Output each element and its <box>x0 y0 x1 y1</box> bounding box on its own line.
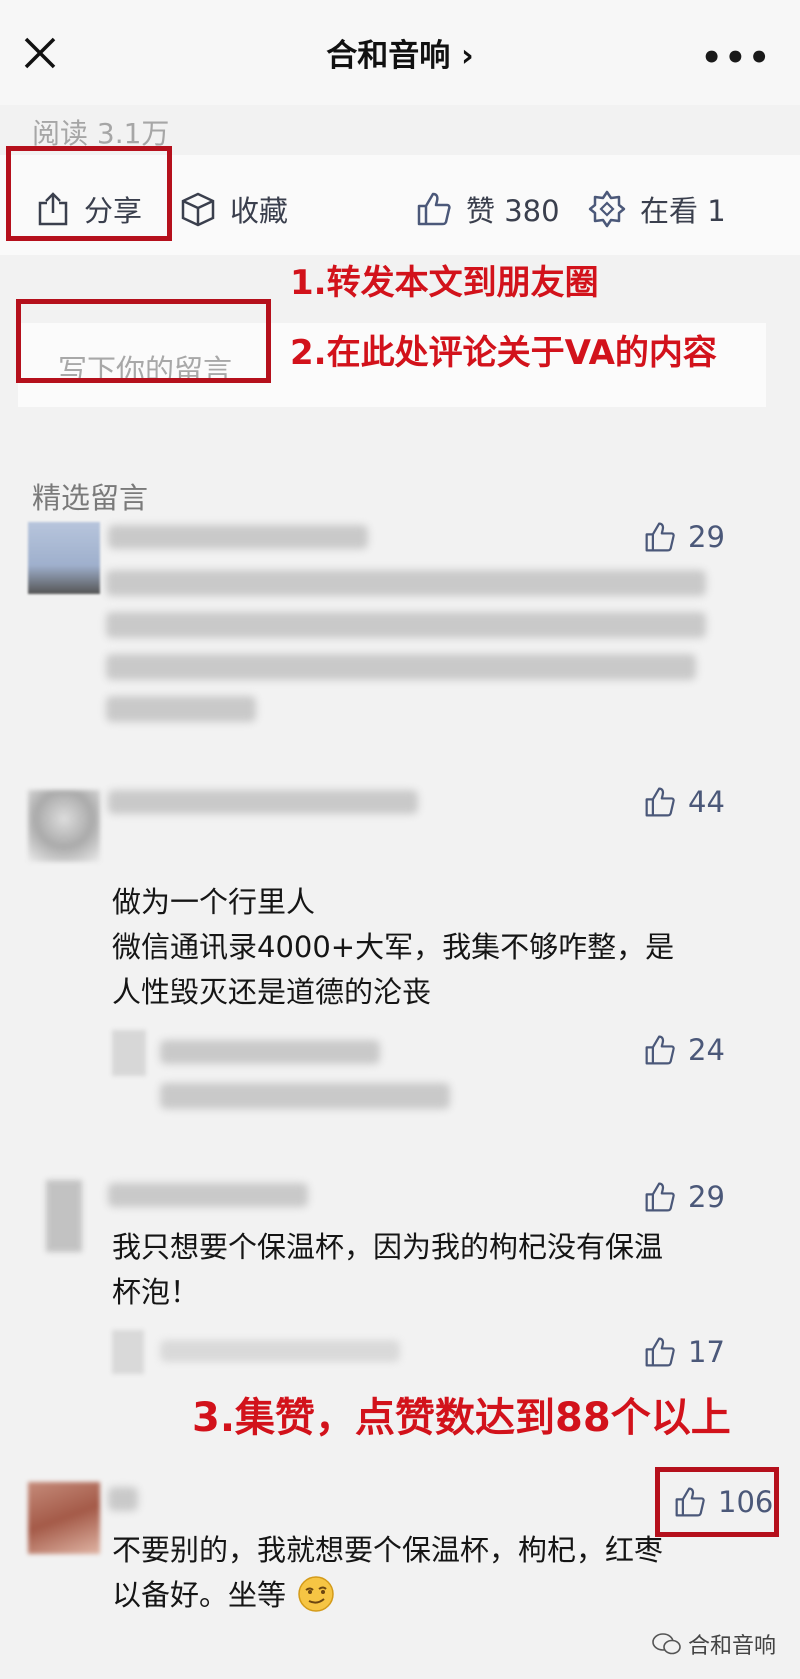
box-icon <box>181 192 215 227</box>
avatar[interactable] <box>28 1482 100 1554</box>
comment-text-line: 不要别的，我就想要个保温杯，枸杞，红枣 <box>112 1533 664 1567</box>
comment-like-button[interactable]: 24 <box>644 1033 725 1067</box>
like-button[interactable]: 赞 380 <box>416 188 560 230</box>
wechat-icon <box>652 1633 681 1655</box>
annotation-step1: 1.转发本文到朋友圈 <box>290 263 599 303</box>
avatar[interactable] <box>28 522 100 594</box>
commenter-name <box>108 525 368 549</box>
section-title: 精选留言 <box>32 481 149 515</box>
comment-like-button[interactable]: 17 <box>644 1335 725 1369</box>
comment-text-blurred <box>106 570 706 596</box>
comment-text-line: 人性毁灭还是道德的沦丧 <box>112 975 432 1009</box>
thumbs-up-icon <box>645 1182 675 1212</box>
annotation-box-input <box>16 299 271 383</box>
collect-label: 收藏 <box>230 194 289 228</box>
commenter-name <box>108 1183 308 1207</box>
comment-text-blurred <box>160 1083 450 1109</box>
like-count: 17 <box>688 1335 725 1369</box>
annotation-box-share <box>6 146 172 241</box>
watermark: 合和音响 <box>652 1628 776 1660</box>
thumbs-up-icon <box>645 1035 675 1065</box>
comment-text-blurred <box>106 696 256 722</box>
comment-like-button[interactable]: 29 <box>644 1180 725 1214</box>
avatar[interactable] <box>112 1030 146 1076</box>
thumbs-up-icon <box>417 192 451 226</box>
like-count: 24 <box>688 1033 725 1067</box>
commenter-name <box>108 1487 138 1511</box>
annotation-step3: 3.集赞，点赞数达到88个以上 <box>192 1395 731 1441</box>
commenter-name <box>160 1040 380 1064</box>
avatar[interactable] <box>28 790 100 862</box>
annotation-step2: 2.在此处评论关于VA的内容 <box>290 333 717 373</box>
thumbs-up-icon <box>675 1487 705 1517</box>
comment-text-blurred <box>106 612 706 638</box>
smirk-emoji-icon <box>298 1576 334 1612</box>
comment-like-button[interactable]: 29 <box>644 520 725 554</box>
top-bar: 合和音响 › ••• <box>0 0 800 105</box>
wow-icon <box>588 190 626 228</box>
comment-text-line: 做为一个行里人 <box>112 885 316 919</box>
comment-like-button[interactable]: 106 <box>674 1485 773 1519</box>
collect-button[interactable]: 收藏 <box>180 188 288 230</box>
like-count: 44 <box>688 785 725 819</box>
comment-text-blurred <box>106 654 696 680</box>
commenter-name <box>108 790 418 814</box>
wow-button[interactable]: 在看 1 <box>588 188 726 230</box>
avatar[interactable] <box>112 1330 144 1374</box>
comment-text-line: 微信通讯录4000+大军，我集不够咋整，是 <box>112 930 675 964</box>
comment-text-line: 以备好。坐等 <box>112 1573 335 1618</box>
like-count: 29 <box>688 520 725 554</box>
like-label: 赞 380 <box>466 194 560 228</box>
like-count: 106 <box>718 1485 774 1519</box>
page-title[interactable]: 合和音响 › <box>0 30 800 75</box>
thumbs-up-icon <box>645 522 675 552</box>
more-icon[interactable]: ••• <box>701 38 772 78</box>
comment-text-line: 杯泡！ <box>112 1275 200 1309</box>
watermark-text: 合和音响 <box>687 1634 776 1659</box>
commenter-name <box>160 1340 400 1362</box>
avatar[interactable] <box>46 1180 82 1252</box>
wow-label: 在看 1 <box>640 194 726 228</box>
comment-text-segment: 以备好。坐等 <box>112 1578 287 1612</box>
comment-text-line: 我只想要个保温杯，因为我的枸杞没有保温 <box>112 1230 664 1264</box>
thumbs-up-icon <box>645 787 675 817</box>
comment-like-button[interactable]: 44 <box>644 785 725 819</box>
thumbs-up-icon <box>645 1337 675 1367</box>
like-count: 29 <box>688 1180 725 1214</box>
